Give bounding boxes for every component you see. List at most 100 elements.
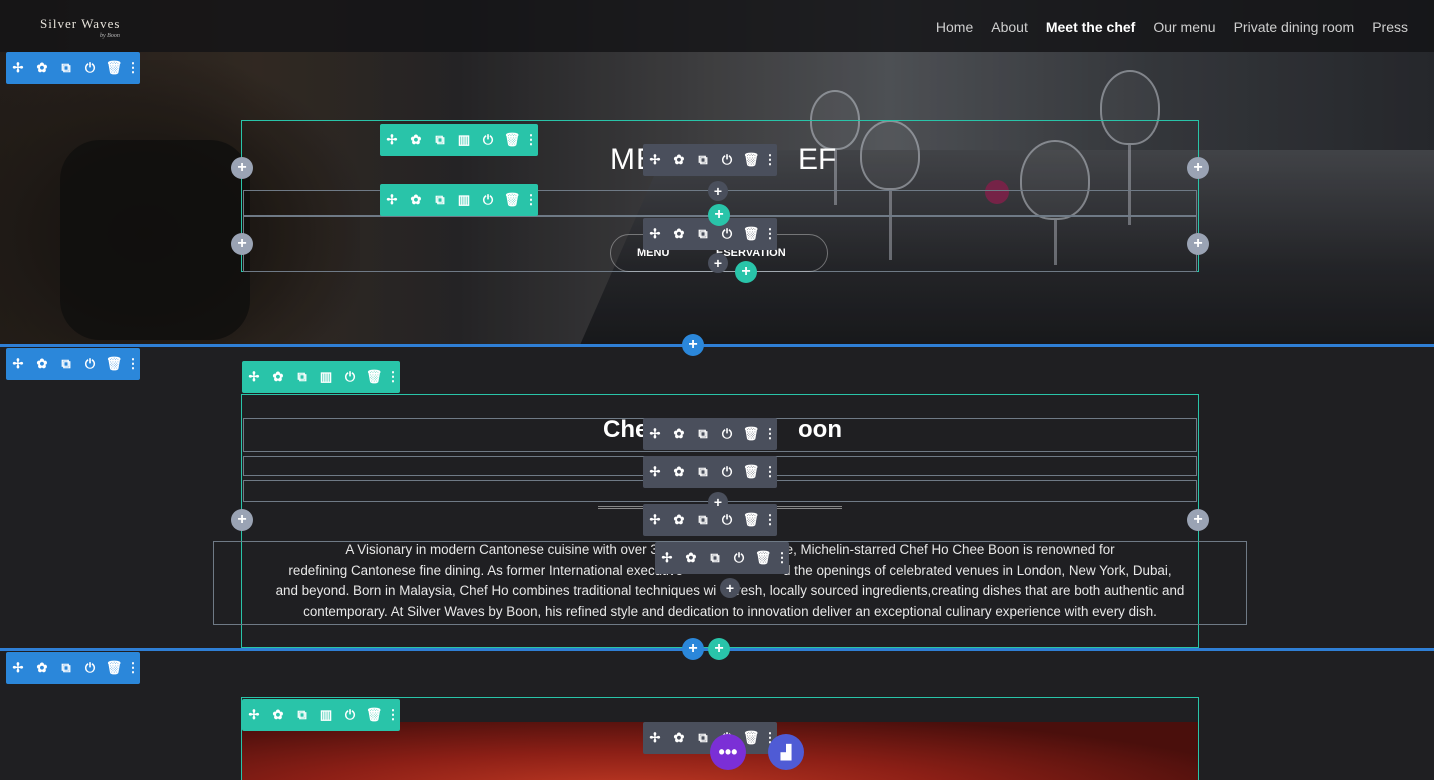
move-icon[interactable]: ✢ — [643, 456, 667, 488]
add-module-button[interactable]: + — [708, 181, 728, 201]
toggle-icon[interactable]: ⏻ — [476, 124, 500, 156]
settings-icon[interactable]: ✿ — [667, 504, 691, 536]
duplicate-icon[interactable]: ⧉ — [290, 361, 314, 393]
duplicate-icon[interactable]: ⧉ — [691, 456, 715, 488]
more-icon[interactable]: ⋮ — [763, 144, 777, 176]
page-settings-button[interactable]: ▟ — [768, 734, 804, 770]
move-icon[interactable]: ✢ — [242, 361, 266, 393]
columns-icon[interactable]: ▥ — [314, 361, 338, 393]
duplicate-icon[interactable]: ⧉ — [54, 52, 78, 84]
toggle-icon[interactable]: ⏻ — [715, 456, 739, 488]
toggle-icon[interactable]: ⏻ — [715, 144, 739, 176]
settings-icon[interactable]: ✿ — [679, 542, 703, 574]
more-icon[interactable]: ⋮ — [126, 652, 140, 684]
add-section-button[interactable]: + — [682, 638, 704, 660]
builder-more-button[interactable]: ••• — [710, 734, 746, 770]
move-icon[interactable]: ✢ — [380, 184, 404, 216]
more-icon[interactable]: ⋮ — [763, 504, 777, 536]
settings-icon[interactable]: ✿ — [667, 218, 691, 250]
toggle-icon[interactable]: ⏻ — [715, 418, 739, 450]
add-row-button[interactable]: + — [708, 638, 730, 660]
settings-icon[interactable]: ✿ — [266, 699, 290, 731]
delete-icon[interactable]: 🗑 — [102, 52, 126, 84]
delete-icon[interactable]: 🗑 — [739, 144, 763, 176]
more-icon[interactable]: ⋮ — [386, 699, 400, 731]
settings-icon[interactable]: ✿ — [404, 124, 428, 156]
more-icon[interactable]: ⋮ — [386, 361, 400, 393]
delete-icon[interactable]: 🗑 — [362, 361, 386, 393]
add-section-button[interactable]: + — [682, 334, 704, 356]
duplicate-icon[interactable]: ⧉ — [54, 652, 78, 684]
toggle-icon[interactable]: ⏻ — [338, 361, 362, 393]
settings-icon[interactable]: ✿ — [266, 361, 290, 393]
more-icon[interactable]: ⋮ — [763, 418, 777, 450]
settings-icon[interactable]: ✿ — [667, 418, 691, 450]
more-icon[interactable]: ⋮ — [126, 52, 140, 84]
toggle-icon[interactable]: ⏻ — [78, 348, 102, 380]
delete-icon[interactable]: 🗑 — [739, 456, 763, 488]
move-icon[interactable]: ✢ — [643, 418, 667, 450]
add-column-button[interactable]: + — [231, 157, 253, 179]
nav-meet-the-chef[interactable]: Meet the chef — [1046, 19, 1135, 35]
add-module-button[interactable]: + — [708, 492, 728, 512]
add-column-button[interactable]: + — [231, 233, 253, 255]
more-icon[interactable]: ⋮ — [126, 348, 140, 380]
duplicate-icon[interactable]: ⧉ — [691, 144, 715, 176]
settings-icon[interactable]: ✿ — [30, 348, 54, 380]
duplicate-icon[interactable]: ⧉ — [691, 418, 715, 450]
more-icon[interactable]: ⋮ — [524, 184, 538, 216]
settings-icon[interactable]: ✿ — [667, 722, 691, 754]
add-row-button[interactable]: + — [735, 261, 757, 283]
settings-icon[interactable]: ✿ — [404, 184, 428, 216]
settings-icon[interactable]: ✿ — [30, 52, 54, 84]
delete-icon[interactable]: 🗑 — [751, 542, 775, 574]
add-module-button[interactable]: + — [720, 578, 740, 598]
more-icon[interactable]: ⋮ — [763, 218, 777, 250]
toggle-icon[interactable]: ⏻ — [727, 542, 751, 574]
more-icon[interactable]: ⋮ — [775, 542, 789, 574]
columns-icon[interactable]: ▥ — [452, 184, 476, 216]
move-icon[interactable]: ✢ — [6, 652, 30, 684]
toggle-icon[interactable]: ⏻ — [78, 652, 102, 684]
add-module-button[interactable]: + — [708, 253, 728, 273]
move-icon[interactable]: ✢ — [242, 699, 266, 731]
delete-icon[interactable]: 🗑 — [739, 418, 763, 450]
more-icon[interactable]: ⋮ — [763, 456, 777, 488]
delete-icon[interactable]: 🗑 — [362, 699, 386, 731]
nav-private-dining-room[interactable]: Private dining room — [1234, 19, 1355, 35]
toggle-icon[interactable]: ⏻ — [476, 184, 500, 216]
duplicate-icon[interactable]: ⧉ — [428, 124, 452, 156]
duplicate-icon[interactable]: ⧉ — [703, 542, 727, 574]
move-icon[interactable]: ✢ — [655, 542, 679, 574]
duplicate-icon[interactable]: ⧉ — [54, 348, 78, 380]
duplicate-icon[interactable]: ⧉ — [428, 184, 452, 216]
move-icon[interactable]: ✢ — [643, 722, 667, 754]
delete-icon[interactable]: 🗑 — [739, 218, 763, 250]
toggle-icon[interactable]: ⏻ — [78, 52, 102, 84]
add-column-button[interactable]: + — [1187, 157, 1209, 179]
add-column-button[interactable]: + — [1187, 509, 1209, 531]
nav-our-menu[interactable]: Our menu — [1153, 19, 1215, 35]
settings-icon[interactable]: ✿ — [30, 652, 54, 684]
columns-icon[interactable]: ▥ — [314, 699, 338, 731]
move-icon[interactable]: ✢ — [6, 52, 30, 84]
nav-home[interactable]: Home — [936, 19, 973, 35]
toggle-icon[interactable]: ⏻ — [338, 699, 362, 731]
delete-icon[interactable]: 🗑 — [500, 124, 524, 156]
move-icon[interactable]: ✢ — [6, 348, 30, 380]
columns-icon[interactable]: ▥ — [452, 124, 476, 156]
add-column-button[interactable]: + — [231, 509, 253, 531]
move-icon[interactable]: ✢ — [643, 504, 667, 536]
delete-icon[interactable]: 🗑 — [739, 504, 763, 536]
delete-icon[interactable]: 🗑 — [102, 652, 126, 684]
move-icon[interactable]: ✢ — [643, 144, 667, 176]
move-icon[interactable]: ✢ — [380, 124, 404, 156]
more-icon[interactable]: ⋮ — [524, 124, 538, 156]
move-icon[interactable]: ✢ — [643, 218, 667, 250]
add-row-button[interactable]: + — [708, 204, 730, 226]
add-column-button[interactable]: + — [1187, 233, 1209, 255]
delete-icon[interactable]: 🗑 — [500, 184, 524, 216]
nav-press[interactable]: Press — [1372, 19, 1408, 35]
settings-icon[interactable]: ✿ — [667, 144, 691, 176]
delete-icon[interactable]: 🗑 — [102, 348, 126, 380]
